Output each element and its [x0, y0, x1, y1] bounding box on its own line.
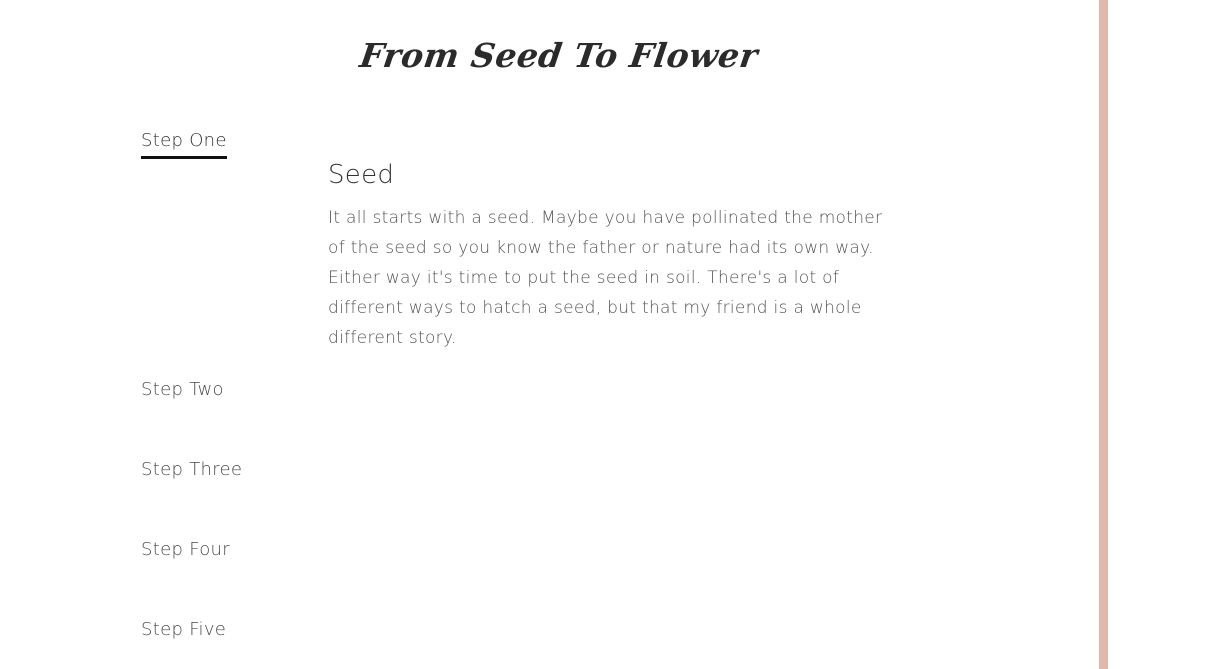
tab-step-four[interactable]: Step Four	[141, 539, 230, 565]
tab-step-three[interactable]: Step Three	[141, 459, 242, 485]
page-title: From Seed To Flower	[357, 36, 761, 76]
step-description: It all starts with a seed. Maybe you hav…	[328, 208, 883, 348]
tab-step-five[interactable]: Step Five	[141, 619, 226, 645]
tab-step-one[interactable]: Step One	[141, 130, 227, 159]
step-heading: Seed	[328, 160, 395, 190]
tab-step-two[interactable]: Step Two	[141, 379, 224, 405]
accent-stripe	[1099, 0, 1108, 669]
step-content-panel: Seed It all starts with a seed. Maybe yo…	[328, 160, 888, 353]
